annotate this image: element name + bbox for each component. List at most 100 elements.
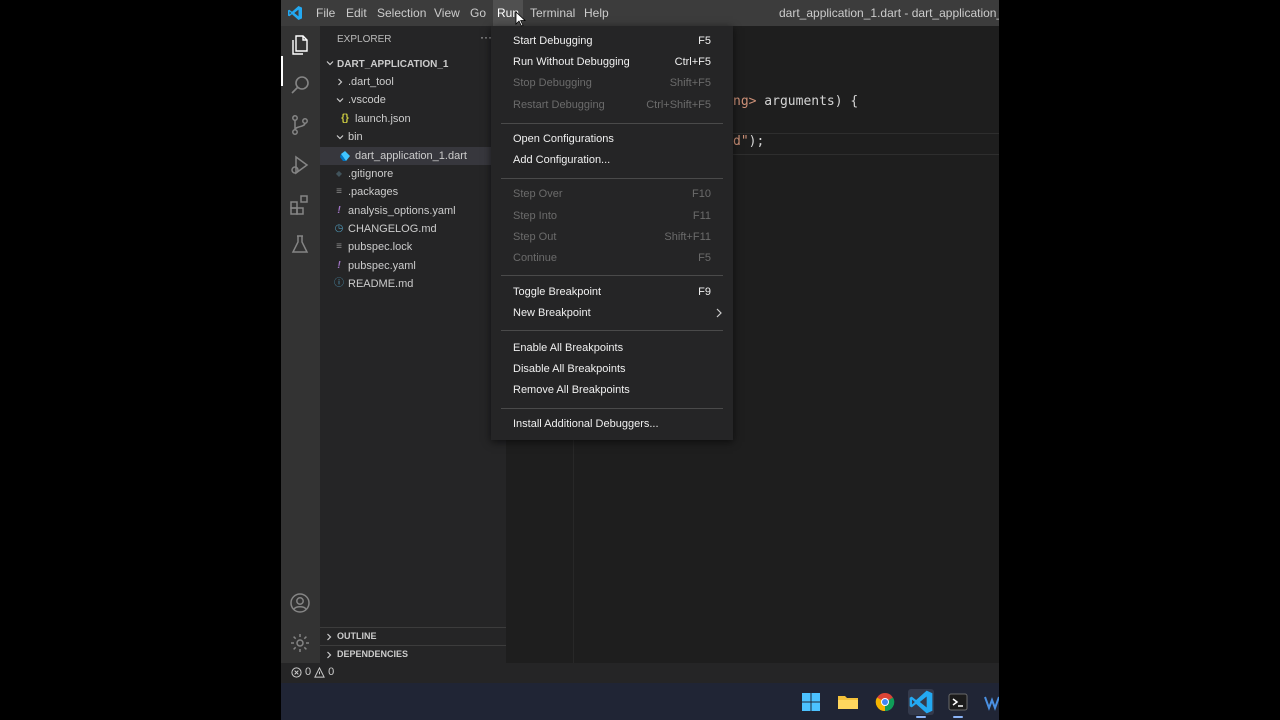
menu-toggle-breakpoint[interactable]: Toggle Breakpoint F9 <box>491 282 733 303</box>
dependencies-section-header[interactable]: DEPENDENCIES <box>320 645 506 664</box>
windows-start-icon[interactable] <box>798 689 824 715</box>
warning-count: 0 <box>328 666 335 678</box>
tree-item-pubspec-lock[interactable]: ≡ pubspec.lock <box>320 238 506 256</box>
search-icon[interactable] <box>288 73 312 97</box>
tree-item-label: pubspec.yaml <box>348 260 416 272</box>
tree-item-label: .vscode <box>348 94 386 106</box>
menu-item-label: Restart Debugging <box>513 99 605 111</box>
tree-item-packages[interactable]: ≡ .packages <box>320 183 506 201</box>
tree-item-bin[interactable]: bin <box>320 128 506 146</box>
window-title: dart_application_1.dart - dart_applicati… <box>779 6 999 20</box>
menu-help[interactable]: Help <box>580 0 613 26</box>
menu-new-breakpoint[interactable]: New Breakpoint <box>491 303 733 324</box>
menu-step-over[interactable]: Step Over F10 <box>491 184 733 205</box>
menu-item-label: New Breakpoint <box>513 307 591 319</box>
menu-item-label: Step Out <box>513 231 557 243</box>
tree-item-dart-application-1[interactable]: dart_application_1.dart <box>320 147 506 165</box>
tree-item-label: CHANGELOG.md <box>348 223 437 235</box>
menu-item-shortcut: F5 <box>698 252 711 264</box>
yaml-icon: ! <box>337 260 341 271</box>
menu-open-configurations[interactable]: Open Configurations <box>491 129 733 150</box>
vscode-icon[interactable] <box>908 689 934 718</box>
menu-separator <box>501 330 723 331</box>
tree-item-vscode[interactable]: .vscode <box>320 91 506 109</box>
active-view-indicator <box>281 56 283 86</box>
chevron-down-icon <box>336 135 344 140</box>
menu-selection[interactable]: Selection <box>373 0 430 26</box>
extensions-icon[interactable] <box>288 193 312 217</box>
activity-bar <box>281 26 320 663</box>
account-icon[interactable] <box>288 591 312 615</box>
menu-item-label: Continue <box>513 252 558 264</box>
code-token-rest: arguments) { <box>756 94 859 109</box>
file-explorer-icon[interactable] <box>835 689 861 715</box>
menu-view[interactable]: View <box>430 0 464 26</box>
menu-edit[interactable]: Edit <box>342 0 371 26</box>
outline-section-header[interactable]: OUTLINE <box>320 627 506 646</box>
files-icon[interactable] <box>288 33 312 57</box>
menu-separator <box>501 275 723 276</box>
menu-terminal[interactable]: Terminal <box>526 0 579 26</box>
menu-item-shortcut: Shift+F5 <box>669 77 711 89</box>
chrome-icon[interactable] <box>872 689 898 715</box>
tree-item-label: .gitignore <box>348 168 394 180</box>
menu-add-configuration[interactable]: Add Configuration... <box>491 150 733 171</box>
run-debug-icon[interactable] <box>288 153 312 177</box>
tree-item-label: README.md <box>348 278 414 290</box>
error-icon <box>291 666 302 678</box>
menu-stop-debugging[interactable]: Stop Debugging Shift+F5 <box>491 73 733 94</box>
menu-disable-all-breakpoints[interactable]: Disable All Breakpoints <box>491 359 733 380</box>
menu-run-without-debugging[interactable]: Run Without Debugging Ctrl+F5 <box>491 52 733 73</box>
project-name: DART_APPLICATION_1 <box>337 59 449 70</box>
menu-enable-all-breakpoints[interactable]: Enable All Breakpoints <box>491 338 733 359</box>
code-token-type: ng> <box>733 94 757 109</box>
tree-item-pubspec-yaml[interactable]: ! pubspec.yaml <box>320 257 506 275</box>
app-icon[interactable] <box>982 689 999 715</box>
menu-item-shortcut: Shift+F11 <box>664 231 711 243</box>
outline-label: OUTLINE <box>337 631 377 641</box>
menu-install-additional-debuggers[interactable]: Install Additional Debuggers... <box>491 414 733 435</box>
menu-item-label: Toggle Breakpoint <box>513 286 602 298</box>
yaml-icon: ! <box>337 205 341 216</box>
code-line-main: ng> arguments) { <box>733 94 858 109</box>
tree-item-dart-tool[interactable]: .dart_tool <box>320 73 506 91</box>
menu-restart-debugging[interactable]: Restart Debugging Ctrl+Shift+F5 <box>491 95 733 116</box>
menu-item-shortcut: F9 <box>698 286 711 298</box>
warning-icon <box>314 666 326 678</box>
menu-step-into[interactable]: Step Into F11 <box>491 206 733 227</box>
dart-icon <box>340 151 350 161</box>
tree-item-gitignore[interactable]: ◆ .gitignore <box>320 165 506 183</box>
run-menu-dropdown: Start Debugging F5 Run Without Debugging… <box>491 26 733 440</box>
chevron-right-icon <box>338 78 343 86</box>
tree-item-analysis-options[interactable]: ! analysis_options.yaml <box>320 202 506 220</box>
json-icon: {} <box>341 113 349 124</box>
source-control-icon[interactable] <box>288 113 312 137</box>
testing-icon[interactable] <box>288 233 312 257</box>
menu-item-label: Open Configurations <box>513 133 614 145</box>
menu-go[interactable]: Go <box>466 0 490 26</box>
menu-item-label: Start Debugging <box>513 35 593 47</box>
error-count: 0 <box>305 666 312 678</box>
git-icon: ◆ <box>335 169 343 178</box>
menu-file[interactable]: File <box>312 0 339 26</box>
tree-item-label: .dart_tool <box>348 76 394 88</box>
code-line-print: d"); <box>733 134 764 149</box>
settings-gear-icon[interactable] <box>288 631 312 655</box>
menu-remove-all-breakpoints[interactable]: Remove All Breakpoints <box>491 380 733 401</box>
menu-continue[interactable]: Continue F5 <box>491 248 733 269</box>
menu-item-shortcut: F10 <box>692 188 711 200</box>
project-folder-row[interactable]: DART_APPLICATION_1 <box>320 56 506 74</box>
tree-item-readme[interactable]: ⓘ README.md <box>320 275 506 293</box>
vscode-window: File Edit Selection View Go Run Terminal… <box>281 0 999 720</box>
file-icon: ≡ <box>336 186 342 197</box>
menu-step-out[interactable]: Step Out Shift+F11 <box>491 227 733 248</box>
tree-item-launch-json[interactable]: {} launch.json <box>320 110 506 128</box>
problems-indicator[interactable]: 0 0 <box>291 666 334 678</box>
menu-start-debugging[interactable]: Start Debugging F5 <box>491 31 733 52</box>
chevron-right-icon <box>327 651 332 659</box>
tree-item-label: .packages <box>348 186 399 198</box>
menu-item-label: Enable All Breakpoints <box>513 342 624 354</box>
explorer-title: EXPLORER <box>337 34 392 45</box>
terminal-icon[interactable] <box>945 689 971 718</box>
tree-item-changelog[interactable]: ◷ CHANGELOG.md <box>320 220 506 238</box>
